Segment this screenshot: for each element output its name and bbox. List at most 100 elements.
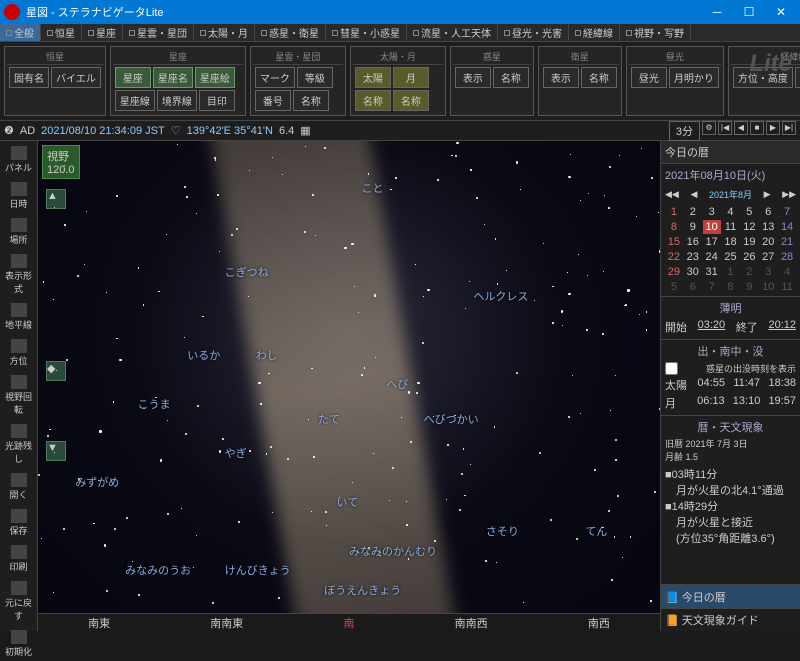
category-tab[interactable]: 太陽・月 (194, 24, 255, 41)
calendar-day[interactable]: 1 (722, 265, 740, 279)
ribbon-button[interactable]: 表示 (543, 67, 579, 88)
planet-times-checkbox[interactable] (665, 362, 678, 375)
calendar-day[interactable]: 9 (740, 280, 758, 294)
ribbon-button[interactable]: 星座名 (153, 67, 193, 88)
category-tab[interactable]: 経緯線 (569, 24, 620, 41)
calendar-day[interactable]: 11 (778, 280, 796, 294)
ribbon-button[interactable]: 名称 (581, 67, 617, 88)
coords[interactable]: 139°42'E 35°41'N (187, 125, 273, 137)
calendar-day[interactable]: 19 (740, 235, 758, 249)
category-tab[interactable]: 昼光・光害 (498, 24, 569, 41)
left-tool-button[interactable]: 場所 (3, 215, 35, 249)
calendar-day[interactable]: 11 (722, 220, 740, 234)
ribbon-button[interactable]: 赤経・赤緯 (795, 67, 800, 88)
datetime[interactable]: 2021/08/10 21:34:09 JST (41, 125, 165, 137)
maximize-button[interactable]: ☐ (734, 2, 764, 22)
calendar-day[interactable]: 15 (665, 235, 683, 249)
left-tool-button[interactable]: 開く (3, 470, 35, 504)
category-tab[interactable]: 惑星・衛星 (255, 24, 326, 41)
next-button[interactable]: ▶ (766, 121, 780, 135)
close-button[interactable]: ✕ (766, 2, 796, 22)
fov-indicator[interactable]: 視野120.0 (42, 145, 80, 179)
category-tab[interactable]: 視野・写野 (620, 24, 691, 41)
calendar-day[interactable]: 13 (759, 220, 777, 234)
ribbon-button[interactable]: 星座絵 (195, 67, 235, 88)
nav-down-button[interactable]: ▼ (46, 441, 66, 461)
ribbon-button[interactable]: 名称 (293, 90, 329, 111)
ribbon-button[interactable]: 星座線 (115, 90, 155, 111)
category-tab[interactable]: 星座 (82, 24, 123, 41)
left-tool-button[interactable]: パネル (3, 143, 35, 177)
left-tool-button[interactable]: 光跡残し (3, 421, 35, 468)
sky-view[interactable]: 視野120.0 ▲ ◆ ▼ 南東南南東南南南西南西 ことこぎつねヘルクレスいるか… (38, 141, 660, 631)
ribbon-button[interactable]: マーク (255, 67, 295, 88)
left-tool-button[interactable]: 日時 (3, 179, 35, 213)
ribbon-button[interactable]: 名称 (355, 90, 391, 111)
calendar-day[interactable]: 5 (665, 280, 683, 294)
calendar-day[interactable]: 3 (759, 265, 777, 279)
calendar-day[interactable]: 30 (684, 265, 702, 279)
category-tab[interactable]: 星雲・星団 (123, 24, 194, 41)
cal-next-year[interactable]: ▶▶ (782, 189, 796, 200)
ribbon-button[interactable]: 月 (393, 67, 429, 88)
cal-prev-month[interactable]: ◀ (690, 189, 697, 200)
q-icon[interactable]: ❷ (4, 124, 14, 137)
cal-prev-year[interactable]: ◀◀ (665, 189, 679, 200)
left-tool-button[interactable]: 表示形式 (3, 251, 35, 298)
calendar-day[interactable]: 4 (778, 265, 796, 279)
left-tool-button[interactable]: 視野回転 (3, 372, 35, 419)
first-button[interactable]: |◀ (718, 121, 732, 135)
calendar-day[interactable]: 17 (703, 235, 721, 249)
left-tool-button[interactable]: 保存 (3, 506, 35, 540)
tab-today-almanac[interactable]: 📘今日の暦 (661, 585, 800, 608)
ribbon-button[interactable]: 固有名 (9, 67, 49, 88)
calendar-day[interactable]: 26 (740, 250, 758, 264)
ribbon-button[interactable]: 名称 (493, 67, 529, 88)
category-tab[interactable]: 恒星 (41, 24, 82, 41)
calendar-day[interactable]: 12 (740, 220, 758, 234)
ribbon-button[interactable]: 目印 (199, 90, 235, 111)
tab-phenomena-guide[interactable]: 📙天文現象ガイド (661, 608, 800, 631)
calendar-day[interactable]: 6 (759, 205, 777, 219)
nav-center-button[interactable]: ◆ (46, 361, 66, 381)
left-tool-button[interactable]: 印刷 (3, 542, 35, 576)
calendar-day[interactable]: 31 (703, 265, 721, 279)
left-tool-button[interactable]: 初期化 (3, 627, 35, 661)
stop-button[interactable]: ■ (750, 121, 764, 135)
calendar-day[interactable]: 7 (778, 205, 796, 219)
minimize-button[interactable]: ─ (702, 2, 732, 22)
calendar-day[interactable]: 5 (740, 205, 758, 219)
calendar-day[interactable]: 29 (665, 265, 683, 279)
calendar-day[interactable]: 28 (778, 250, 796, 264)
calendar-day[interactable]: 1 (665, 205, 683, 219)
calendar-grid[interactable]: 1234567891011121314151617181920212223242… (661, 203, 800, 296)
ribbon-button[interactable]: 星座 (115, 67, 151, 88)
calendar-day[interactable]: 22 (665, 250, 683, 264)
category-tab[interactable]: 全般 (0, 24, 41, 41)
ribbon-button[interactable]: 表示 (455, 67, 491, 88)
calendar-day[interactable]: 25 (722, 250, 740, 264)
prev-button[interactable]: ◀ (734, 121, 748, 135)
calendar-day[interactable]: 14 (778, 220, 796, 234)
calendar-day[interactable]: 2 (740, 265, 758, 279)
calendar-day[interactable]: 7 (703, 280, 721, 294)
ribbon-button[interactable]: バイエル (51, 67, 101, 88)
ribbon-button[interactable]: 境界線 (157, 90, 197, 111)
left-tool-button[interactable]: 方位 (3, 336, 35, 370)
calendar-day[interactable]: 24 (703, 250, 721, 264)
calendar-day[interactable]: 21 (778, 235, 796, 249)
ribbon-button[interactable]: 月明かり (669, 67, 719, 88)
calendar-day[interactable]: 8 (722, 280, 740, 294)
ribbon-button[interactable]: 太陽 (355, 67, 391, 88)
step[interactable]: 3分 (669, 121, 700, 141)
left-tool-button[interactable]: 元に戻す (3, 578, 35, 625)
category-tab[interactable]: 彗星・小惑星 (326, 24, 407, 41)
calendar-day[interactable]: 23 (684, 250, 702, 264)
ribbon-button[interactable]: 番号 (255, 90, 291, 111)
calendar-day[interactable]: 9 (684, 220, 702, 234)
cal-next-month[interactable]: ▶ (764, 189, 771, 200)
calendar-day[interactable]: 6 (684, 280, 702, 294)
calendar-day[interactable]: 4 (722, 205, 740, 219)
calendar-day[interactable]: 8 (665, 220, 683, 234)
step-config-icon[interactable]: ⚙ (702, 121, 716, 135)
